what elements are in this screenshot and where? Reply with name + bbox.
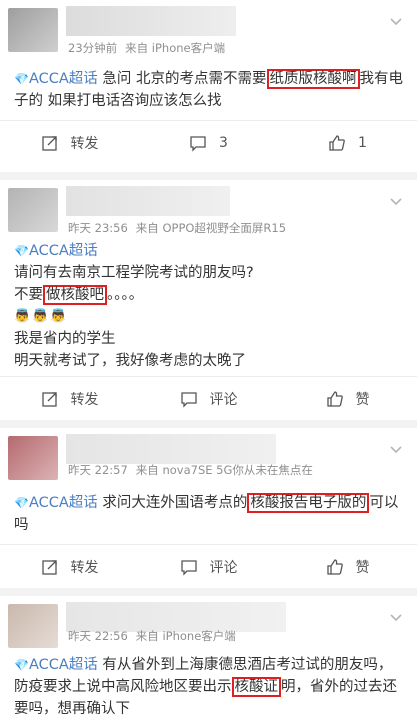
divider: [0, 420, 417, 428]
supertopic-icon: 💎: [14, 244, 29, 258]
post-card[interactable]: 昨天 22:56 来自 iPhone客户端 💎ACCA超话 有从省外到上海康德思酒…: [0, 596, 417, 720]
repost-icon: [41, 559, 57, 575]
supertopic-icon: 💎: [14, 72, 29, 86]
topic-link[interactable]: 💎ACCA超话: [14, 71, 98, 87]
comment-button[interactable]: 评论: [139, 557, 278, 577]
chevron-down-icon[interactable]: [389, 610, 403, 624]
username-blurred[interactable]: [66, 6, 236, 36]
repost-button[interactable]: 转发: [0, 557, 139, 577]
highlight-box: 做核酸吧: [43, 285, 107, 305]
highlight-box: 核酸报告电子版的: [247, 493, 370, 513]
avatar[interactable]: [8, 188, 58, 232]
highlight-box: 纸质版核酸啊: [266, 69, 360, 89]
post-meta: 昨天 22:57 来自 nova7SE 5G你从未在焦点在: [68, 463, 313, 477]
username-blurred[interactable]: [66, 186, 230, 216]
topic-link[interactable]: 💎ACCA超话: [14, 243, 98, 259]
post-text: 💎ACCA超话 求问大连外国语考点的 核酸报告电子版的 可以吗: [14, 493, 399, 533]
post-text: 💎ACCA超话 急问 北京的考点需不需要 纸质版核酸啊 我有电子的 如果打电话咨询应…: [14, 69, 404, 109]
divider: [0, 588, 417, 596]
comment-button[interactable]: 3: [139, 134, 278, 152]
comment-icon: [180, 559, 197, 576]
thumbs-up-icon: [326, 390, 343, 407]
repost-icon: [41, 391, 57, 407]
thumbs-up-icon: [326, 558, 343, 575]
post-meta: 23分钟前 来自 iPhone客户端: [68, 40, 225, 56]
post-card[interactable]: 昨天 22:57 来自 nova7SE 5G你从未在焦点在 💎ACCA超话 求问大…: [0, 428, 417, 588]
comment-icon: [190, 135, 206, 152]
action-bar: 转发 评论 赞: [0, 544, 417, 588]
comment-button[interactable]: 评论: [139, 389, 278, 409]
emoji-row: 👼👼👼: [14, 309, 69, 324]
repost-icon: [41, 135, 57, 151]
supertopic-icon: 💎: [14, 496, 29, 510]
highlight-box: 核酸证: [231, 677, 281, 697]
like-button[interactable]: 赞: [278, 557, 417, 577]
repost-button[interactable]: 转发: [0, 389, 139, 409]
post-text: 💎ACCA超话 有从省外到上海康德思酒店考过试的朋友吗，防疫要求上说中高风险地区…: [14, 657, 397, 717]
weibo-feed: 23分钟前 来自 iPhone客户端 💎ACCA超话 急问 北京的考点需不需要 纸质…: [0, 0, 417, 720]
avatar[interactable]: [8, 8, 58, 52]
supertopic-icon: 💎: [14, 658, 29, 672]
chevron-down-icon[interactable]: [389, 194, 403, 208]
post-time: 23分钟前: [68, 41, 118, 55]
post-text: 💎ACCA超话 请问有去南京工程学院考试的朋友吗? 不要 做核酸吧。。。。 👼👼👼…: [0, 240, 417, 372]
divider: [0, 172, 417, 180]
topic-link[interactable]: 💎ACCA超话: [14, 495, 98, 511]
post-meta: 昨天 22:56 来自 iPhone客户端: [68, 629, 236, 643]
chevron-down-icon[interactable]: [389, 14, 403, 28]
avatar[interactable]: [8, 436, 58, 480]
username-blurred[interactable]: [66, 434, 276, 464]
comment-icon: [180, 391, 197, 408]
topic-link[interactable]: 💎ACCA超话: [14, 657, 98, 673]
repost-button[interactable]: 转发: [0, 133, 139, 153]
action-bar: 转发 3 1: [0, 120, 417, 164]
action-bar: 转发 评论 赞: [0, 376, 417, 420]
like-button[interactable]: 1: [278, 134, 417, 152]
chevron-down-icon[interactable]: [389, 442, 403, 456]
avatar[interactable]: [8, 604, 58, 648]
thumbs-up-icon: [329, 134, 345, 151]
post-card[interactable]: 昨天 23:56 来自 OPPO超视野全面屏R15 💎ACCA超话 请问有去南京工…: [0, 180, 417, 420]
post-card[interactable]: 23分钟前 来自 iPhone客户端 💎ACCA超话 急问 北京的考点需不需要 纸质…: [0, 0, 417, 172]
post-meta: 昨天 23:56 来自 OPPO超视野全面屏R15: [68, 221, 287, 235]
like-button[interactable]: 赞: [278, 389, 417, 409]
post-source: 来自 iPhone客户端: [125, 41, 226, 55]
